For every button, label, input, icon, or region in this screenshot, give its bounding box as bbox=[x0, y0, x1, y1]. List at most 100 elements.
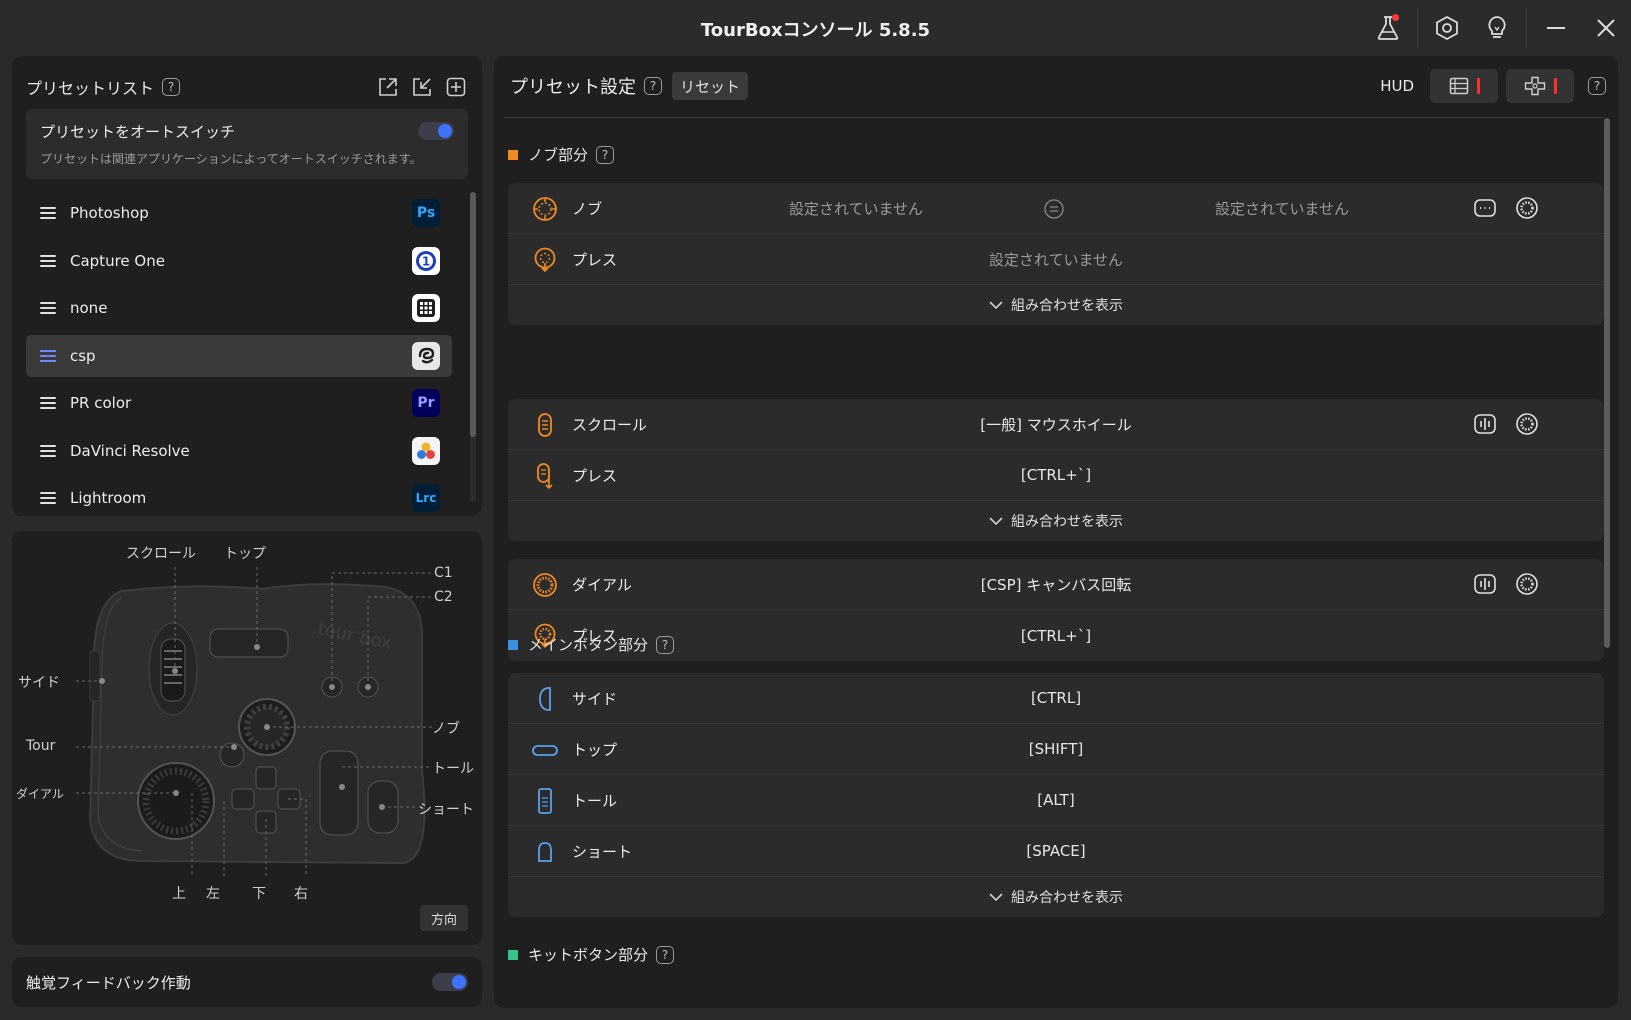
reset-button[interactable]: リセット bbox=[672, 72, 749, 100]
off-indicator bbox=[1553, 78, 1557, 94]
list-icon bbox=[1449, 77, 1468, 95]
preset-item-csp[interactable]: csp bbox=[26, 334, 452, 377]
help-icon[interactable]: ? bbox=[656, 945, 675, 964]
haptic-settings-icon[interactable] bbox=[1514, 571, 1540, 597]
hud-label: HUD bbox=[1380, 77, 1414, 95]
row-value[interactable]: [CTRL] bbox=[508, 689, 1604, 707]
label-up: 上 bbox=[172, 886, 186, 902]
grid-app-icon bbox=[412, 294, 440, 322]
preset-item-photoshop[interactable]: Photoshop Ps bbox=[26, 192, 452, 234]
preset-name: csp bbox=[70, 346, 96, 365]
davinci-resolve-icon bbox=[412, 436, 440, 465]
preset-item-none[interactable]: none bbox=[26, 287, 452, 329]
lab-flask-icon[interactable] bbox=[1363, 8, 1413, 48]
lightbulb-icon[interactable] bbox=[1472, 8, 1522, 48]
add-preset-icon[interactable] bbox=[444, 75, 468, 99]
drag-handle-icon[interactable] bbox=[40, 207, 56, 219]
knob-right-value[interactable]: 設定されていません bbox=[1182, 198, 1382, 219]
close-icon[interactable] bbox=[1581, 8, 1631, 48]
label-scroll: スクロール bbox=[126, 546, 196, 562]
preset-item-capture-one[interactable]: Capture One 1 bbox=[26, 240, 452, 282]
premiere-icon: Pr bbox=[412, 389, 440, 417]
hud-device-toggle[interactable] bbox=[1506, 69, 1574, 103]
speed-settings-icon[interactable] bbox=[1472, 411, 1498, 437]
preset-list-scrollbar[interactable] bbox=[470, 192, 476, 502]
row-knob[interactable]: ノブ 設定されていません 設定されていません bbox=[508, 183, 1604, 234]
drag-handle-icon[interactable] bbox=[40, 397, 56, 409]
preset-name: Lightroom bbox=[70, 489, 147, 507]
label-knob: ノブ bbox=[432, 721, 460, 737]
haptic-settings-icon[interactable] bbox=[1514, 195, 1540, 221]
section-color-marker bbox=[508, 149, 518, 160]
help-icon[interactable]: ? bbox=[656, 635, 675, 654]
drag-handle-icon[interactable] bbox=[40, 254, 56, 267]
off-indicator bbox=[1476, 78, 1480, 94]
row-knob-press[interactable]: プレス 設定されていません bbox=[508, 234, 1604, 285]
chevron-down-icon bbox=[989, 301, 1003, 310]
preset-list-title: プリセットリスト bbox=[26, 79, 155, 98]
minimize-icon[interactable] bbox=[1531, 8, 1581, 48]
device-panel: tour box スクロール トップ C1 C2 サイド ノブ Tour トール… bbox=[12, 531, 482, 945]
show-combinations-button[interactable]: 組み合わせを表示 bbox=[508, 501, 1604, 541]
row-value[interactable]: 設定されていません bbox=[508, 249, 1604, 270]
row-value[interactable]: [CSP] キャンバス回転 bbox=[508, 574, 1604, 595]
label-c2: C2 bbox=[434, 589, 453, 605]
show-combinations-button[interactable]: 組み合わせを表示 bbox=[508, 877, 1604, 917]
clip-studio-icon bbox=[412, 341, 440, 370]
help-icon[interactable]: ? bbox=[596, 145, 615, 164]
row-value[interactable]: [SPACE] bbox=[508, 842, 1604, 860]
label-right: 右 bbox=[294, 886, 308, 902]
settings-hex-icon[interactable] bbox=[1422, 8, 1472, 48]
settings-scrollbar[interactable] bbox=[1604, 118, 1612, 996]
hud-list-toggle[interactable] bbox=[1430, 69, 1498, 103]
preset-items: Photoshop Ps Capture One 1 none csp PR c… bbox=[26, 192, 452, 516]
preset-name: PR color bbox=[70, 394, 132, 412]
haptic-panel: 触覚フィードバック作動 bbox=[12, 957, 482, 1007]
row-side[interactable]: サイド [CTRL] bbox=[508, 673, 1604, 724]
haptic-toggle[interactable] bbox=[432, 973, 468, 991]
row-scroll-press[interactable]: プレス [CTRL+`] bbox=[508, 450, 1604, 501]
show-combinations-button[interactable]: 組み合わせを表示 bbox=[508, 285, 1604, 325]
knob-card: ノブ 設定されていません 設定されていません プレス 設定されていません 組み合… bbox=[508, 183, 1604, 325]
knob-left-value[interactable]: 設定されていません bbox=[756, 198, 956, 219]
main-buttons-card: サイド [CTRL] トップ [SHIFT] トール [ALT] ショート [S… bbox=[508, 673, 1604, 917]
row-value[interactable]: [SHIFT] bbox=[508, 740, 1604, 758]
section-title: ノブ部分 bbox=[528, 146, 589, 164]
auto-switch-toggle[interactable] bbox=[418, 122, 454, 140]
row-short[interactable]: ショート [SPACE] bbox=[508, 826, 1604, 877]
label-side: サイド bbox=[18, 675, 60, 691]
preset-name: DaVinci Resolve bbox=[70, 441, 190, 460]
row-value[interactable]: [ALT] bbox=[508, 791, 1604, 809]
drag-handle-icon[interactable] bbox=[40, 492, 56, 504]
preset-item-lightroom[interactable]: Lightroom Lrc bbox=[26, 477, 452, 516]
preset-item-pr-color[interactable]: PR color Pr bbox=[26, 382, 452, 424]
preset-item-davinci-resolve[interactable]: DaVinci Resolve bbox=[26, 430, 452, 472]
label-short: ショート bbox=[418, 802, 474, 818]
label-left: 左 bbox=[206, 886, 220, 902]
drag-handle-icon[interactable] bbox=[40, 444, 56, 457]
chevron-down-icon bbox=[989, 517, 1003, 526]
row-dial[interactable]: ダイアル [CSP] キャンバス回転 bbox=[508, 559, 1604, 610]
help-icon[interactable]: ? bbox=[1588, 77, 1606, 95]
import-icon[interactable] bbox=[410, 75, 434, 99]
row-scroll[interactable]: スクロール [一般] マウスホイール bbox=[508, 399, 1604, 450]
section-main-header: メインボタン部分 ? bbox=[508, 634, 675, 655]
capture-one-icon: 1 bbox=[412, 246, 440, 275]
row-value[interactable]: [CTRL+`] bbox=[508, 466, 1604, 484]
help-icon[interactable]: ? bbox=[644, 77, 662, 95]
label-dial: ダイアル bbox=[16, 787, 64, 801]
haptic-settings-icon[interactable] bbox=[1514, 411, 1540, 437]
row-top[interactable]: トップ [SHIFT] bbox=[508, 724, 1604, 775]
preset-name: Photoshop bbox=[70, 204, 149, 222]
label-tour: Tour bbox=[26, 738, 56, 754]
drag-handle-icon[interactable] bbox=[40, 302, 56, 314]
link-equal-icon[interactable] bbox=[1044, 199, 1064, 219]
row-value[interactable]: [一般] マウスホイール bbox=[508, 414, 1604, 435]
direction-button[interactable]: 方向 bbox=[420, 905, 468, 931]
row-tall[interactable]: トール [ALT] bbox=[508, 775, 1604, 826]
export-icon[interactable] bbox=[376, 75, 400, 99]
drag-handle-icon[interactable] bbox=[40, 349, 56, 362]
speed-settings-icon[interactable] bbox=[1472, 195, 1498, 221]
help-icon[interactable]: ? bbox=[162, 78, 181, 96]
speed-settings-icon[interactable] bbox=[1472, 571, 1498, 597]
